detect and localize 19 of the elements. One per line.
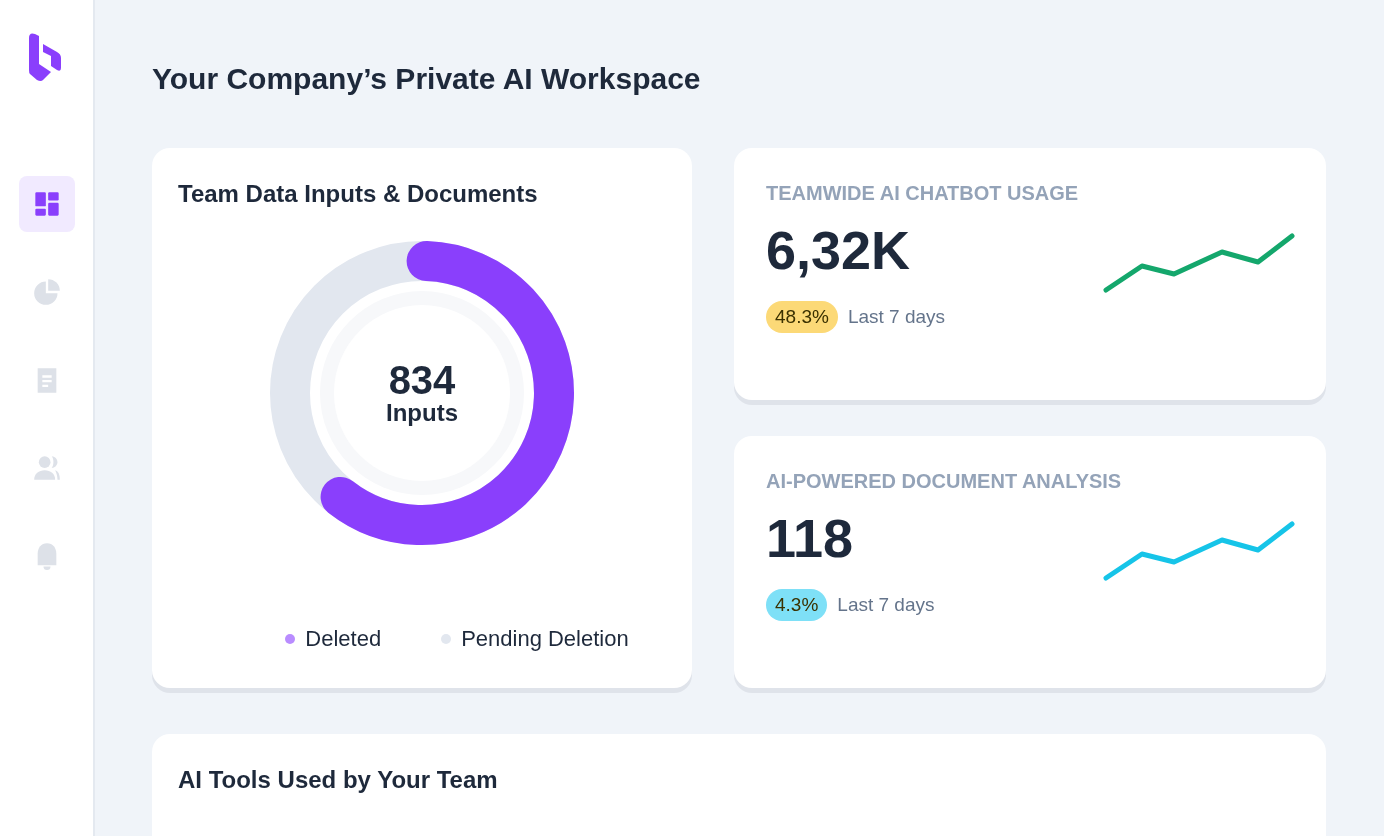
nav-button[interactable] [18,176,75,232]
card-title: Team Data Inputs & Documents [178,180,538,208]
card-title: AI Tools Used by Your Team [178,766,499,794]
dashboard-icon [32,190,61,218]
legend-label: Deleted [305,626,382,652]
change-badge: 4.3% [766,589,828,621]
users-icon [32,454,61,482]
period-label: Last 7 days [847,306,946,328]
period-label: Last 7 days [837,594,935,616]
change-badge: 48.3% [766,301,838,333]
stat-title: AI-POWERED DOCUMENT ANALYSIS [766,470,1123,493]
pie-chart-icon [32,278,61,306]
stat-title: TEAMWIDE AI CHATBOT USAGE [766,182,1080,205]
stat-value: 118 [766,511,854,565]
stat-value: 6,32K [766,223,911,277]
donut-unit: Inputs [386,399,458,427]
donut-value: 834 [388,359,456,400]
page-title: Your Company’s Private AI Workspace [152,62,702,96]
legend-label: Pending Deletion [461,626,629,652]
